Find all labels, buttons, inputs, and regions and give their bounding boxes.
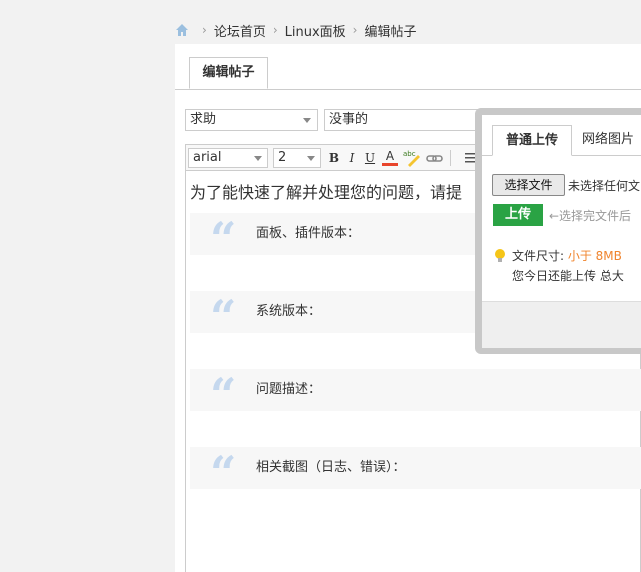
quote-block: “ 问题描述： [190,369,641,421]
breadcrumb-edit-post: 编辑帖子 [364,24,417,40]
lightbulb-icon [495,249,505,262]
chevron-down-icon [303,118,311,123]
font-color-button[interactable]: A [382,149,398,166]
chevron-down-icon [307,156,315,161]
file-size-info: 文件尺寸: 小于 8MB [512,247,622,264]
breadcrumb-separator: › [272,23,278,37]
breadcrumb-forum-home[interactable]: 论坛首页 [214,21,266,40]
quote-label: 系统版本： [256,304,322,319]
upload-dialog: 普通上传 网络图片 选择文件 未选择任何文 上传 ←选择完文件后 文件尺寸: 小… [475,108,641,354]
tab-web-image[interactable]: 网络图片 [582,125,641,155]
breadcrumb: › 论坛首页 › Linux面板 › 编辑帖子 [175,16,641,44]
file-size-label: 文件尺寸: [512,249,568,263]
breadcrumb-linux-panel[interactable]: Linux面板 [285,21,346,40]
left-gutter [0,0,175,572]
home-icon[interactable] [175,23,189,37]
breadcrumb-separator: › [352,23,358,37]
quote-icon: “ [210,212,237,266]
bold-button[interactable]: B [326,149,342,167]
quote-label: 相关截图（日志、错误）： [256,460,406,475]
quote-label: 问题描述： [256,382,322,397]
thread-type-value: 求助 [190,112,217,127]
upload-tab-bar: 普通上传 网络图片 [482,115,641,156]
breadcrumb-separator: › [202,23,207,37]
choose-file-button[interactable]: 选择文件 [492,174,565,196]
quote-label: 面板、插件版本： [256,226,361,241]
upload-dialog-footer [482,301,641,348]
upload-hint: ←选择完文件后 [549,209,632,223]
editor-intro-text: 为了能快速了解并处理您的问题，请提 [190,183,463,202]
tab-normal-upload[interactable]: 普通上传 [492,125,572,156]
italic-button[interactable]: I [344,149,360,167]
no-file-text: 未选择任何文 [568,179,641,193]
link-icon [426,155,443,162]
font-family-value: arial [193,150,222,165]
font-family-select[interactable]: arial [188,148,268,168]
thread-type-select[interactable]: 求助 [185,109,318,131]
font-size-select[interactable]: 2 [273,148,321,168]
upload-dialog-body: 普通上传 网络图片 选择文件 未选择任何文 上传 ←选择完文件后 文件尺寸: 小… [482,115,641,348]
file-size-limit: 小于 8MB [567,249,622,263]
upload-remaining-text: 您今日还能上传 总大 [512,269,624,283]
link-button[interactable] [426,149,444,167]
svg-text:abc: abc [403,150,416,158]
quote-icon: “ [210,446,237,500]
upload-button[interactable]: 上传 [493,204,543,226]
underline-button[interactable]: U [362,149,378,167]
quote-icon: “ [210,290,237,344]
spellcheck-button[interactable]: abc [402,149,422,167]
font-size-value: 2 [278,150,287,165]
tab-bar: 编辑帖子 [175,44,641,90]
highlight-icon: abc [403,150,420,167]
toolbar-divider [450,150,451,166]
quote-block: “ 相关截图（日志、错误）： [190,447,641,499]
tab-edit-post[interactable]: 编辑帖子 [189,57,268,89]
quote-icon: “ [210,368,237,422]
chevron-down-icon [254,156,262,161]
